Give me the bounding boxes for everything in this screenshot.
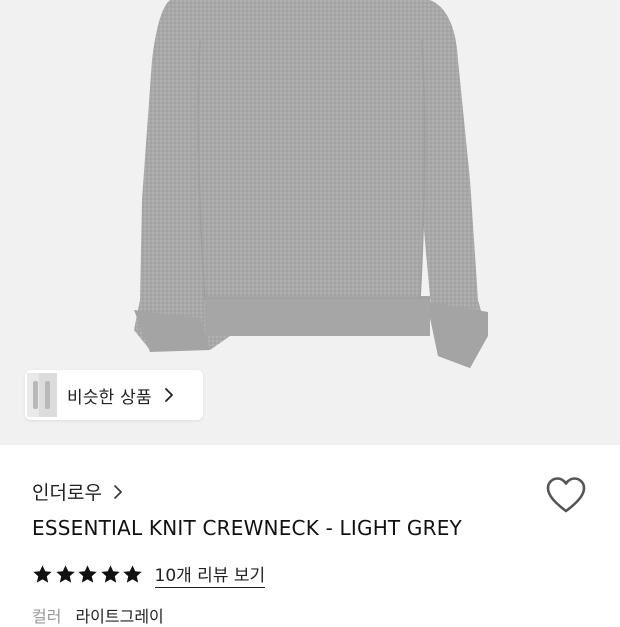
star-icon	[100, 565, 120, 583]
similar-products-thumbnails	[25, 370, 59, 420]
color-label: 컬러	[32, 607, 62, 626]
rating-row: 10개 리뷰 보기	[32, 561, 266, 588]
brand-link[interactable]: 인더로우	[32, 478, 124, 505]
product-title: ESSENTIAL KNIT CREWNECK - LIGHT GREY	[32, 516, 462, 540]
product-image-area[interactable]: 비슷한 상품	[0, 0, 620, 445]
star-icon	[78, 565, 97, 583]
chevron-right-icon	[164, 388, 173, 402]
color-value: 라이트그레이	[75, 607, 164, 626]
chevron-right-icon	[114, 484, 122, 499]
heart-icon[interactable]	[546, 477, 586, 515]
color-option-row: 컬러 라이트그레이	[32, 603, 164, 627]
similar-products-label: 비슷한 상품	[67, 387, 152, 408]
star-icon	[55, 565, 75, 583]
star-icon	[123, 565, 142, 583]
review-count-link[interactable]: 10개 리뷰 보기	[154, 561, 266, 588]
star-rating	[32, 564, 145, 585]
brand-name: 인더로우	[32, 482, 102, 504]
similar-products-button[interactable]: 비슷한 상품	[25, 370, 203, 420]
star-icon	[33, 565, 52, 583]
